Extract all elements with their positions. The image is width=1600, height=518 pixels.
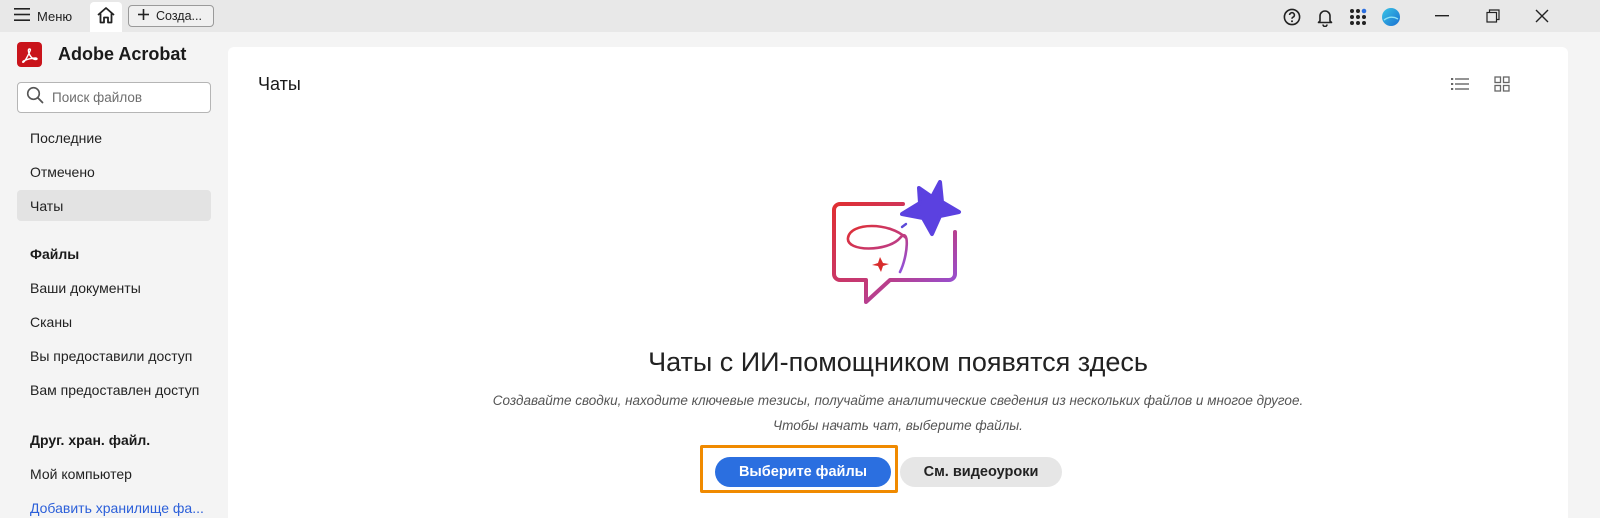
empty-state-title: Чаты с ИИ-помощником появятся здесь [648,347,1148,377]
sidebar-item-recent[interactable]: Последние [17,122,211,153]
sidebar-item-shared-with-you[interactable]: Вам предоставлен доступ [17,374,211,405]
help-icon[interactable] [1281,6,1303,28]
minimize-icon[interactable] [1420,0,1464,32]
main-panel: Чаты Чаты с ИИ-помощником появятся здесь… [228,47,1568,518]
empty-state-hint: Чтобы начать чат, выберите файлы. [773,418,1023,433]
create-tab-label: Созда... [156,9,202,23]
bell-icon[interactable] [1314,6,1336,28]
apps-grid-icon[interactable] [1347,6,1369,28]
avatar[interactable] [1380,6,1402,28]
close-icon[interactable] [1520,0,1564,32]
sidebar-item-my-computer[interactable]: Мой компьютер [17,458,211,489]
restore-icon[interactable] [1471,0,1515,32]
section-heading-other-storage: Друг. хран. файл. [30,432,151,448]
ai-chat-illustration [828,180,968,315]
menu-label: Меню [37,8,73,24]
search-icon [26,86,44,109]
acrobat-logo-icon [17,42,42,67]
plus-icon [138,9,149,23]
sidebar-item-add-storage[interactable]: Добавить хранилище фа... [17,492,211,518]
hamburger-icon [14,8,30,24]
home-tab[interactable] [90,2,122,32]
video-tutorials-button[interactable]: См. видеоуроки [900,457,1062,487]
sidebar-item-chats[interactable]: Чаты [17,190,211,221]
title-bar: Меню Созда... [0,0,1600,32]
section-heading-files: Файлы [30,246,80,262]
app-name: Adobe Acrobat [58,44,187,64]
search-input[interactable] [52,90,202,105]
sidebar-item-your-documents[interactable]: Ваши документы [17,272,211,303]
home-icon [96,6,116,29]
sidebar-item-starred[interactable]: Отмечено [17,156,211,187]
sidebar-item-scans[interactable]: Сканы [17,306,211,337]
list-view-icon[interactable] [1449,73,1471,95]
empty-state-description: Создавайте сводки, находите ключевые тез… [492,393,1304,408]
search-box[interactable] [17,82,211,113]
page-title: Чаты [258,74,301,94]
app-title: Adobe Acrobat [17,42,186,67]
grid-view-icon[interactable] [1491,73,1513,95]
sidebar: Adobe Acrobat Последние Отмечено Чаты Фа… [0,32,226,518]
select-files-button[interactable]: Выберите файлы [715,457,891,487]
sidebar-item-shared-by-you[interactable]: Вы предоставили доступ [17,340,211,371]
create-tab[interactable]: Созда... [128,5,214,27]
menu-button[interactable]: Меню [8,4,78,28]
